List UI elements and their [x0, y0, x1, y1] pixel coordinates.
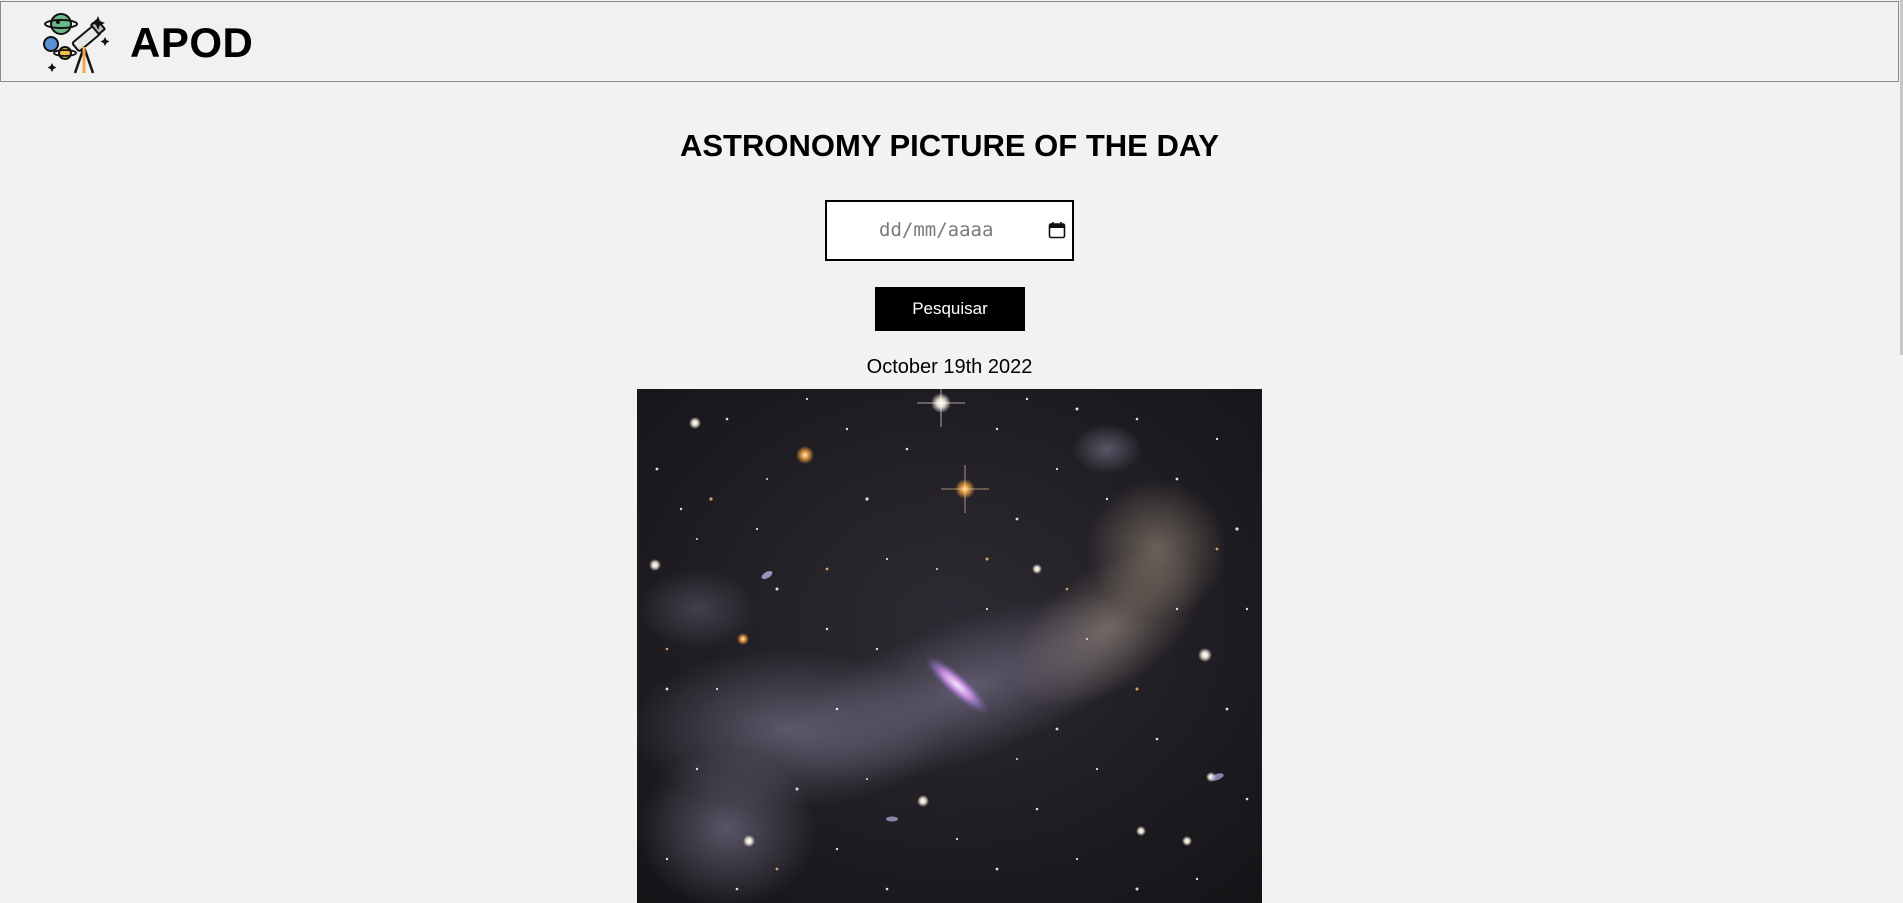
- date-placeholder: dd/mm/aaaa: [879, 219, 994, 241]
- date-input[interactable]: dd/mm/aaaa: [825, 200, 1074, 261]
- page-title: ASTRONOMY PICTURE OF THE DAY: [679, 128, 1220, 163]
- calendar-icon[interactable]: [1048, 221, 1066, 239]
- site-brand[interactable]: APOD: [130, 18, 253, 68]
- picture-date: October 19th 2022: [866, 356, 1033, 378]
- search-button[interactable]: Pesquisar: [875, 287, 1025, 331]
- site-header: APOD: [0, 1, 1899, 82]
- apod-picture-art: [637, 389, 1262, 903]
- apod-picture: [637, 389, 1262, 903]
- telescope-planets-icon: [43, 13, 110, 74]
